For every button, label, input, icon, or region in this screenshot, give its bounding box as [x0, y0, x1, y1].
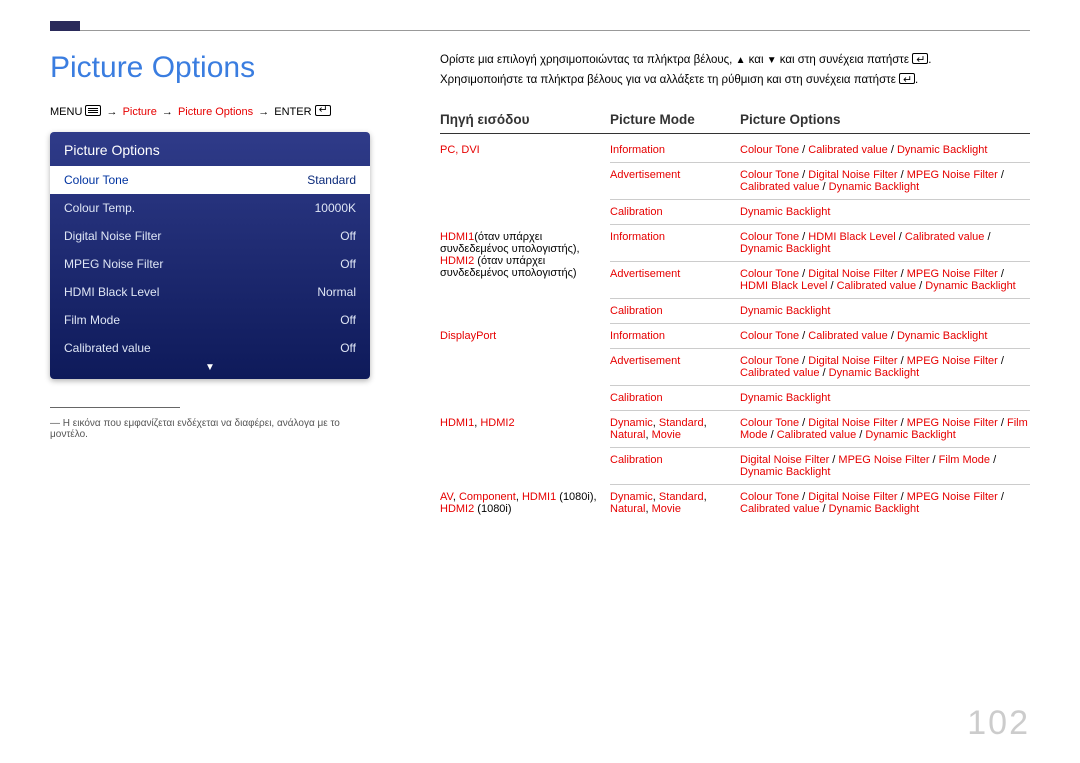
panel-row-label: Film Mode [64, 313, 120, 327]
divider [50, 407, 180, 408]
triangle-down-icon: ▼ [767, 55, 777, 66]
page-number: 102 [967, 704, 1030, 743]
panel-row-value: Off [340, 257, 356, 271]
cell-options: Dynamic Backlight [740, 305, 1030, 317]
path-picture-options: Picture Options [178, 106, 253, 118]
cell-options: Dynamic Backlight [740, 206, 1030, 218]
table-subrow: Dynamic, Standard, Natural, MovieColour … [610, 411, 1030, 448]
table-row: HDMI1(όταν υπάρχει συνδεδεμένος υπολογισ… [440, 225, 1030, 324]
table-subrow: CalibrationDigital Noise Filter / MPEG N… [610, 448, 1030, 485]
table-subrow: Dynamic, Standard, Natural, MovieColour … [610, 485, 1030, 521]
cell-options: Colour Tone / Digital Noise Filter / MPE… [740, 169, 1030, 193]
cell-mode: Information [610, 144, 740, 156]
panel-row-value: Off [340, 313, 356, 327]
table-subrow: InformationColour Tone / HDMI Black Leve… [610, 225, 1030, 262]
cell-mode: Calibration [610, 392, 740, 404]
menu-label: MENU [50, 106, 82, 118]
cell-source: DisplayPort [440, 324, 610, 411]
col-options: Picture Options [740, 112, 1030, 127]
menu-path: MENU → Picture → Picture Options → ENTER [50, 105, 370, 118]
panel-row-value: Off [340, 229, 356, 243]
cell-mode: Information [610, 330, 740, 342]
table-subrow: CalibrationDynamic Backlight [610, 299, 1030, 324]
panel-row-label: HDMI Black Level [64, 285, 159, 299]
top-rule [50, 30, 1030, 31]
enter-label: ENTER [274, 106, 311, 118]
cell-mode: Calibration [610, 305, 740, 317]
panel-row-label: Calibrated value [64, 341, 151, 355]
cell-mode: Information [610, 231, 740, 255]
cell-mode: Advertisement [610, 355, 740, 379]
cell-source: HDMI1(όταν υπάρχει συνδεδεμένος υπολογισ… [440, 225, 610, 324]
options-table: PC, DVIInformationColour Tone / Calibrat… [440, 138, 1030, 521]
panel-row[interactable]: Film Mode Off [50, 306, 370, 334]
cell-source: PC, DVI [440, 138, 610, 225]
enter-icon [899, 73, 915, 84]
cell-mode: Calibration [610, 206, 740, 218]
cell-mode: Advertisement [610, 268, 740, 292]
cell-options: Digital Noise Filter / MPEG Noise Filter… [740, 454, 1030, 478]
panel-row-value: Standard [307, 173, 356, 187]
table-subrow: InformationColour Tone / Calibrated valu… [610, 324, 1030, 349]
table-subrow: AdvertisementColour Tone / Digital Noise… [610, 163, 1030, 200]
table-row: AV, Component, HDMI1 (1080i), HDMI2 (108… [440, 485, 1030, 521]
panel-row-label: Digital Noise Filter [64, 229, 161, 243]
panel-row-value: Normal [317, 285, 356, 299]
cell-options: Colour Tone / Calibrated value / Dynamic… [740, 330, 1030, 342]
panel-row-label: Colour Temp. [64, 201, 135, 215]
enter-icon [315, 105, 331, 116]
cell-options: Dynamic Backlight [740, 392, 1030, 404]
page-title: Picture Options [50, 51, 370, 85]
cell-mode: Advertisement [610, 169, 740, 193]
panel-row-value: Off [340, 341, 356, 355]
cell-mode: Calibration [610, 454, 740, 478]
panel-row[interactable]: MPEG Noise Filter Off [50, 250, 370, 278]
cell-mode: Dynamic, Standard, Natural, Movie [610, 417, 740, 441]
panel-row[interactable]: Digital Noise Filter Off [50, 222, 370, 250]
panel-row-label: Colour Tone [64, 173, 129, 187]
table-subrow: CalibrationDynamic Backlight [610, 386, 1030, 411]
cell-options: Colour Tone / Digital Noise Filter / MPE… [740, 355, 1030, 379]
col-mode: Picture Mode [610, 112, 740, 127]
enter-icon [912, 53, 928, 64]
cell-options: Colour Tone / Digital Noise Filter / MPE… [740, 268, 1030, 292]
panel-row[interactable]: HDMI Black Level Normal [50, 278, 370, 306]
table-row: HDMI1, HDMI2Dynamic, Standard, Natural, … [440, 411, 1030, 485]
panel-row-label: MPEG Noise Filter [64, 257, 163, 271]
table-subrow: AdvertisementColour Tone / Digital Noise… [610, 262, 1030, 299]
triangle-up-icon: ▲ [736, 55, 746, 66]
table-header: Πηγή εισόδου Picture Mode Picture Option… [440, 112, 1030, 134]
cell-source: HDMI1, HDMI2 [440, 411, 610, 485]
col-source: Πηγή εισόδου [440, 112, 610, 127]
table-subrow: InformationColour Tone / Calibrated valu… [610, 138, 1030, 163]
cell-options: Colour Tone / Calibrated value / Dynamic… [740, 144, 1030, 156]
table-subrow: AdvertisementColour Tone / Digital Noise… [610, 349, 1030, 386]
menu-icon [85, 105, 101, 116]
intro-text: Ορίστε μια επιλογή χρησιμοποιώντας τα πλ… [440, 51, 1030, 90]
panel-row[interactable]: Colour Temp. 10000K [50, 194, 370, 222]
picture-options-panel: Picture Options Colour ToneStandardColou… [50, 132, 370, 379]
panel-title: Picture Options [50, 132, 370, 166]
cell-options: Colour Tone / Digital Noise Filter / MPE… [740, 491, 1030, 515]
footnote: ― Η εικόνα που εμφανίζεται ενδέχεται να … [50, 418, 370, 440]
table-row: DisplayPortInformationColour Tone / Cali… [440, 324, 1030, 411]
table-subrow: CalibrationDynamic Backlight [610, 200, 1030, 225]
table-row: PC, DVIInformationColour Tone / Calibrat… [440, 138, 1030, 225]
chevron-down-icon: ▼ [50, 362, 370, 379]
panel-row-value: 10000K [315, 201, 356, 215]
panel-row[interactable]: Calibrated value Off [50, 334, 370, 362]
cell-options: Colour Tone / HDMI Black Level / Calibra… [740, 231, 1030, 255]
path-picture: Picture [123, 106, 157, 118]
cell-mode: Dynamic, Standard, Natural, Movie [610, 491, 740, 515]
cell-source: AV, Component, HDMI1 (1080i), HDMI2 (108… [440, 485, 610, 521]
panel-row[interactable]: Colour Tone Standard [50, 166, 370, 194]
cell-options: Colour Tone / Digital Noise Filter / MPE… [740, 417, 1030, 441]
